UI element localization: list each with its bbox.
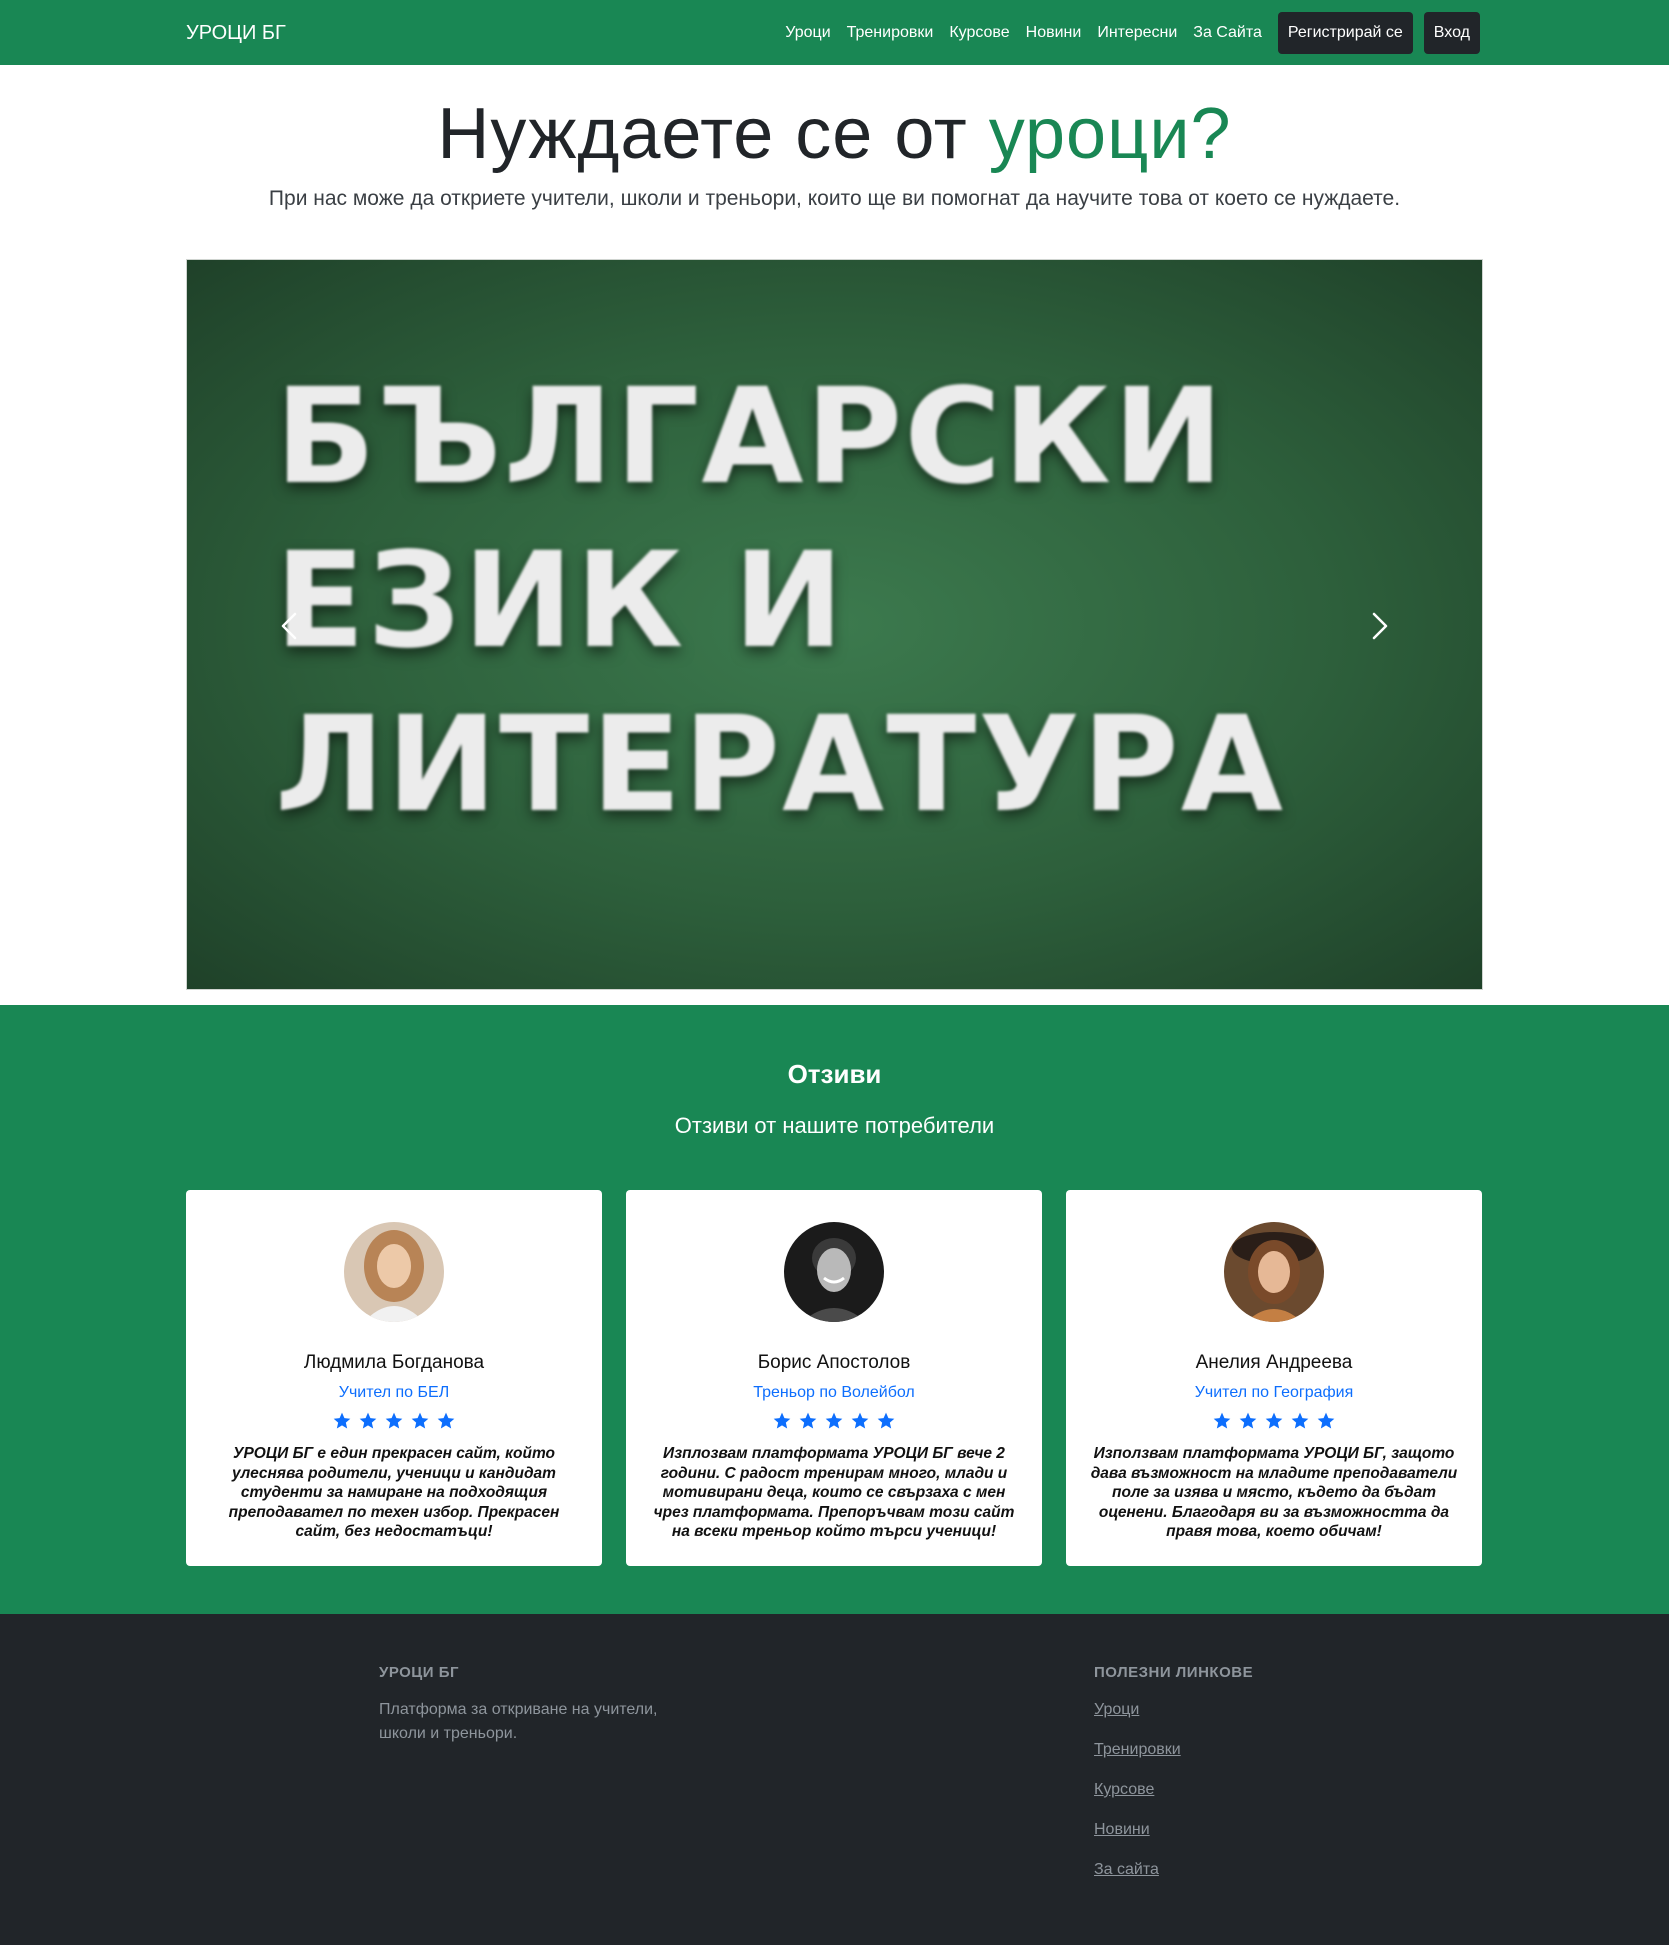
star-icon [1291, 1412, 1309, 1429]
star-icon [1213, 1412, 1231, 1429]
testimonials-subtitle: Отзиви от нашите потребители [674, 1113, 995, 1138]
login-button[interactable]: Вход [1423, 12, 1480, 54]
footer-brand-heading: УРОЦИ БГ [379, 1664, 459, 1681]
star-icon [437, 1412, 455, 1429]
avatar [344, 1222, 444, 1322]
rating-stars [1066, 1411, 1482, 1431]
avatar [1224, 1222, 1324, 1322]
carousel: БЪЛГАРСКИ ЕЗИК И ЛИТЕРАТУРА [186, 259, 1483, 990]
footer-link-news[interactable]: Новини [1094, 1818, 1181, 1842]
slide-line: ЛИТЕРАТУРА [275, 688, 1285, 842]
star-icon [825, 1412, 843, 1429]
chevron-left-icon [281, 612, 297, 640]
star-icon [851, 1412, 869, 1429]
brand-logo[interactable]: УРОЦИ БГ [186, 20, 286, 46]
star-icon [773, 1412, 791, 1429]
slide-line: ЕЗИК И [275, 524, 846, 678]
star-icon [385, 1412, 403, 1429]
footer: УРОЦИ БГ Платформа за откриване на учите… [0, 1614, 1669, 1945]
star-icon [1265, 1412, 1283, 1429]
avatar [784, 1222, 884, 1322]
footer-link-lessons[interactable]: Уроци [1094, 1698, 1181, 1722]
testimonial-card: Борис Апостолов Треньор по Волейбол Изпл… [626, 1190, 1042, 1566]
testimonial-role: Учител по БЕЛ [338, 1384, 450, 1401]
rating-stars [626, 1411, 1042, 1431]
footer-description: Платформа за откриване на учители, школи… [379, 1701, 658, 1742]
star-icon [359, 1412, 377, 1429]
star-icon [1317, 1412, 1335, 1429]
testimonial-role: Учител по География [1194, 1384, 1354, 1401]
navbar: УРОЦИ БГ Уроци Тренировки Курсове Новини… [0, 0, 1669, 65]
footer-links: Уроци Тренировки Курсове Новини За сайта [1094, 1698, 1181, 1898]
testimonials-title: Отзиви [787, 1059, 882, 1089]
nav-link-courses[interactable]: Курсове [949, 24, 1009, 42]
hero-title-prefix: Нуждаете се от [437, 94, 968, 174]
testimonials-section: Отзиви Отзиви от нашите потребители Людм… [0, 1005, 1669, 1614]
testimonial-card: Анелия Андреева Учител по География Изпо… [1066, 1190, 1482, 1566]
star-icon [799, 1412, 817, 1429]
testimonial-text: УРОЦИ БГ е един прекрасен сайт, който ул… [228, 1445, 560, 1540]
testimonial-name: Людмила Богданова [303, 1352, 485, 1373]
footer-links-heading: ПОЛЕЗНИ ЛИНКОВЕ [1094, 1664, 1254, 1681]
nav-link-interesting[interactable]: Интересни [1097, 24, 1177, 42]
register-button[interactable]: Регистрирай се [1277, 12, 1413, 54]
testimonial-text: Използвам платформата УРОЦИ БГ, защото д… [1090, 1445, 1458, 1540]
rating-stars [186, 1411, 602, 1431]
nav-link-about[interactable]: За Сайта [1193, 24, 1262, 42]
hero-subtitle: При нас може да откриете учители, школи … [268, 187, 1401, 210]
star-icon [411, 1412, 429, 1429]
testimonial-name: Борис Апостолов [757, 1352, 911, 1373]
star-icon [333, 1412, 351, 1429]
testimonial-text: Изплозвам платформата УРОЦИ БГ вече 2 го… [653, 1445, 1015, 1540]
footer-link-courses[interactable]: Курсове [1094, 1778, 1181, 1802]
star-icon [877, 1412, 895, 1429]
footer-link-trainings[interactable]: Тренировки [1094, 1738, 1181, 1762]
hero-title-accent: уроци? [988, 94, 1232, 174]
testimonial-role: Треньор по Волейбол [753, 1384, 915, 1401]
nav-links: Уроци Тренировки Курсове Новини Интересн… [785, 12, 1480, 54]
carousel-slide-image: БЪЛГАРСКИ ЕЗИК И ЛИТЕРАТУРА [275, 355, 1425, 847]
nav-link-news[interactable]: Новини [1026, 24, 1082, 42]
slide-line: БЪЛГАРСКИ [275, 360, 1226, 514]
hero-title: Нуждаете се от уроци? [0, 92, 1669, 176]
testimonial-name: Анелия Андреева [1195, 1352, 1353, 1373]
carousel-prev-button[interactable] [259, 596, 319, 656]
carousel-next-button[interactable] [1350, 596, 1410, 656]
testimonial-card: Людмила Богданова Учител по БЕЛ УРОЦИ БГ… [186, 1190, 602, 1566]
chevron-right-icon [1372, 612, 1388, 640]
nav-link-trainings[interactable]: Тренировки [847, 24, 934, 42]
footer-link-about[interactable]: За сайта [1094, 1858, 1181, 1882]
nav-link-lessons[interactable]: Уроци [785, 24, 830, 42]
star-icon [1239, 1412, 1257, 1429]
